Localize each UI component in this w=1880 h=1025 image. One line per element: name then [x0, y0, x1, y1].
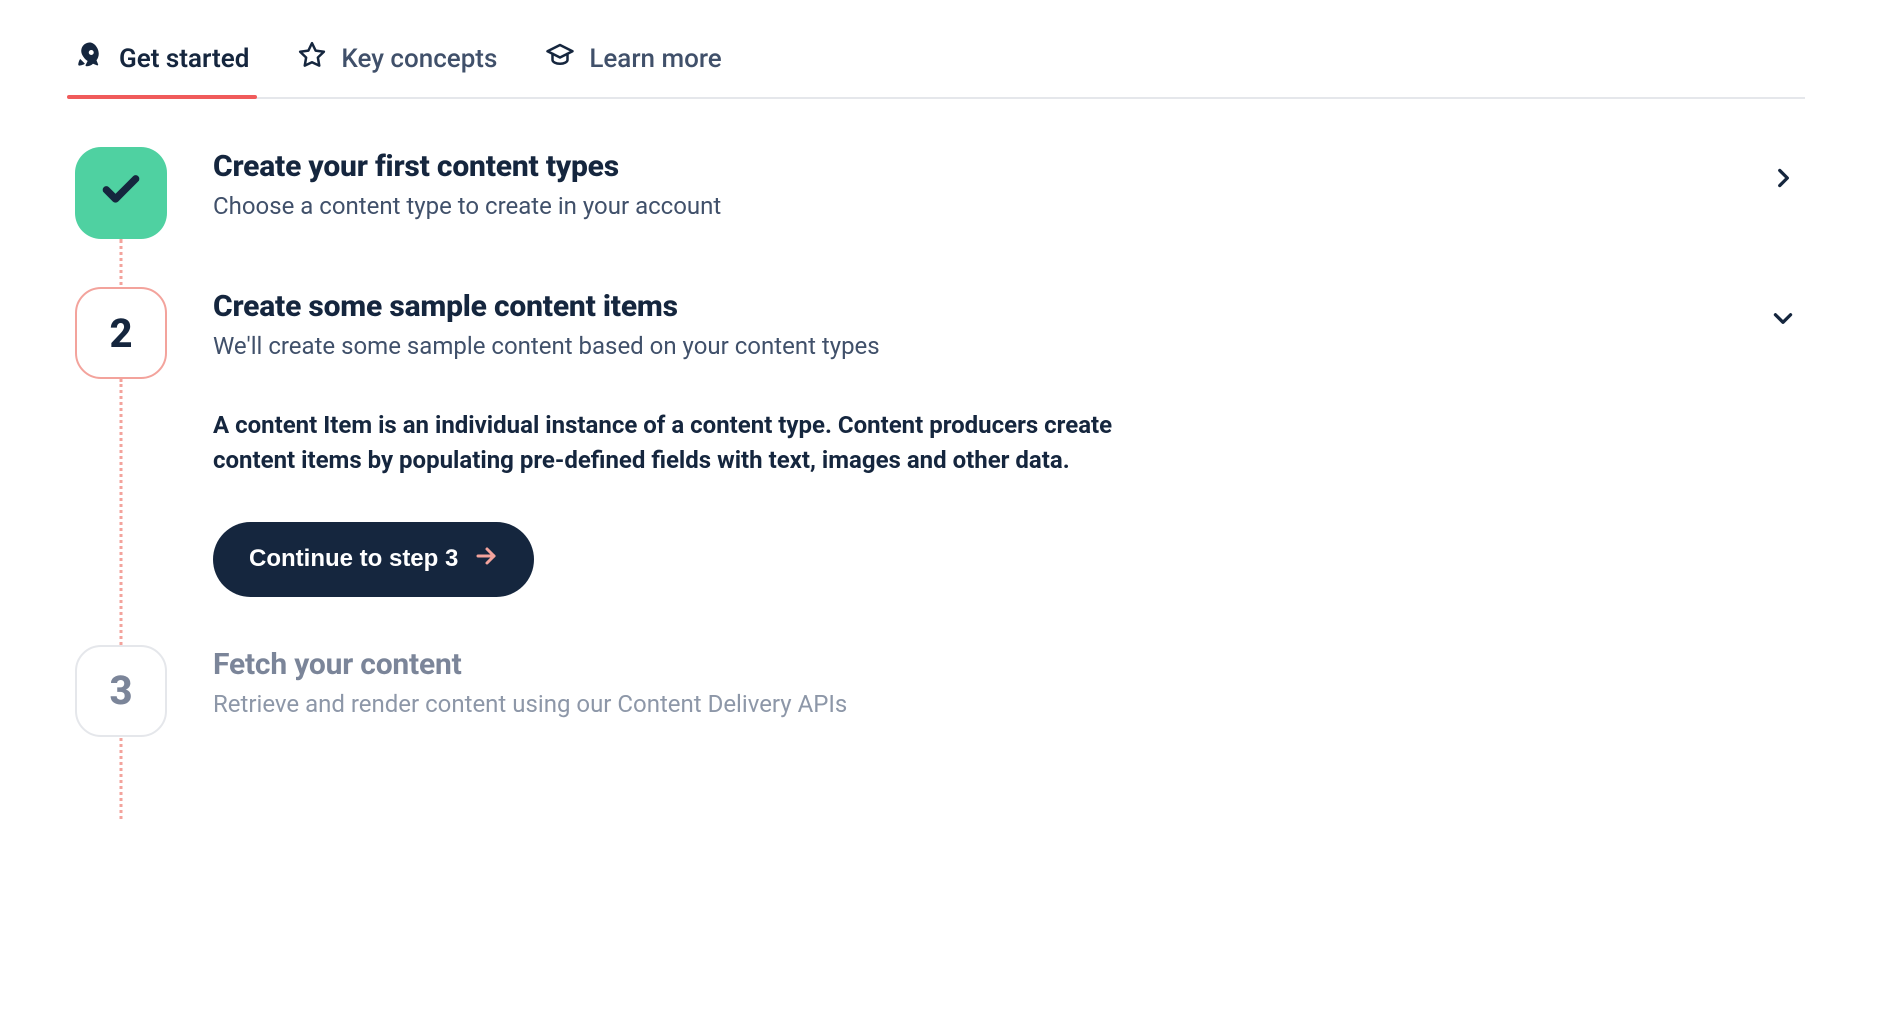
step-subtitle: Choose a content type to create in your … [213, 192, 1715, 220]
step-number: 3 [109, 667, 132, 714]
continue-button-label: Continue to step 3 [249, 545, 458, 573]
step-subtitle: Retrieve and render content using our Co… [213, 690, 1715, 718]
step-1[interactable]: Create your first content types Choose a… [75, 147, 1805, 239]
chevron-right-icon[interactable] [1770, 165, 1796, 195]
step-marker-active: 2 [75, 287, 167, 379]
step-marker-pending: 3 [75, 645, 167, 737]
tab-get-started[interactable]: Get started [75, 40, 249, 97]
tab-label: Key concepts [341, 44, 497, 74]
tab-key-concepts[interactable]: Key concepts [297, 40, 497, 97]
arrow-right-icon [474, 544, 498, 575]
onboarding-steps: Create your first content types Choose a… [75, 147, 1805, 737]
step-title: Fetch your content [213, 647, 1715, 682]
step-3[interactable]: 3 Fetch your content Retrieve and render… [75, 645, 1805, 737]
tab-learn-more[interactable]: Learn more [545, 40, 721, 97]
check-icon [99, 166, 143, 220]
tab-label: Get started [119, 44, 249, 74]
continue-button[interactable]: Continue to step 3 [213, 522, 534, 597]
rocket-icon [75, 40, 105, 77]
step-subtitle: We'll create some sample content based o… [213, 332, 1715, 360]
chevron-down-icon[interactable] [1770, 305, 1796, 335]
graduation-cap-icon [545, 40, 575, 77]
step-connector [120, 379, 123, 819]
step-title: Create your first content types [213, 149, 1715, 184]
step-marker-completed [75, 147, 167, 239]
step-expanded-body: A content Item is an individual instance… [213, 408, 1133, 597]
step-number: 2 [109, 310, 132, 357]
step-description: A content Item is an individual instance… [213, 408, 1133, 478]
step-2[interactable]: 2 Create some sample content items We'll… [75, 287, 1805, 597]
star-icon [297, 40, 327, 77]
tab-label: Learn more [589, 44, 721, 74]
step-title: Create some sample content items [213, 289, 1715, 324]
tab-bar: Get started Key concepts Learn more [75, 40, 1805, 99]
